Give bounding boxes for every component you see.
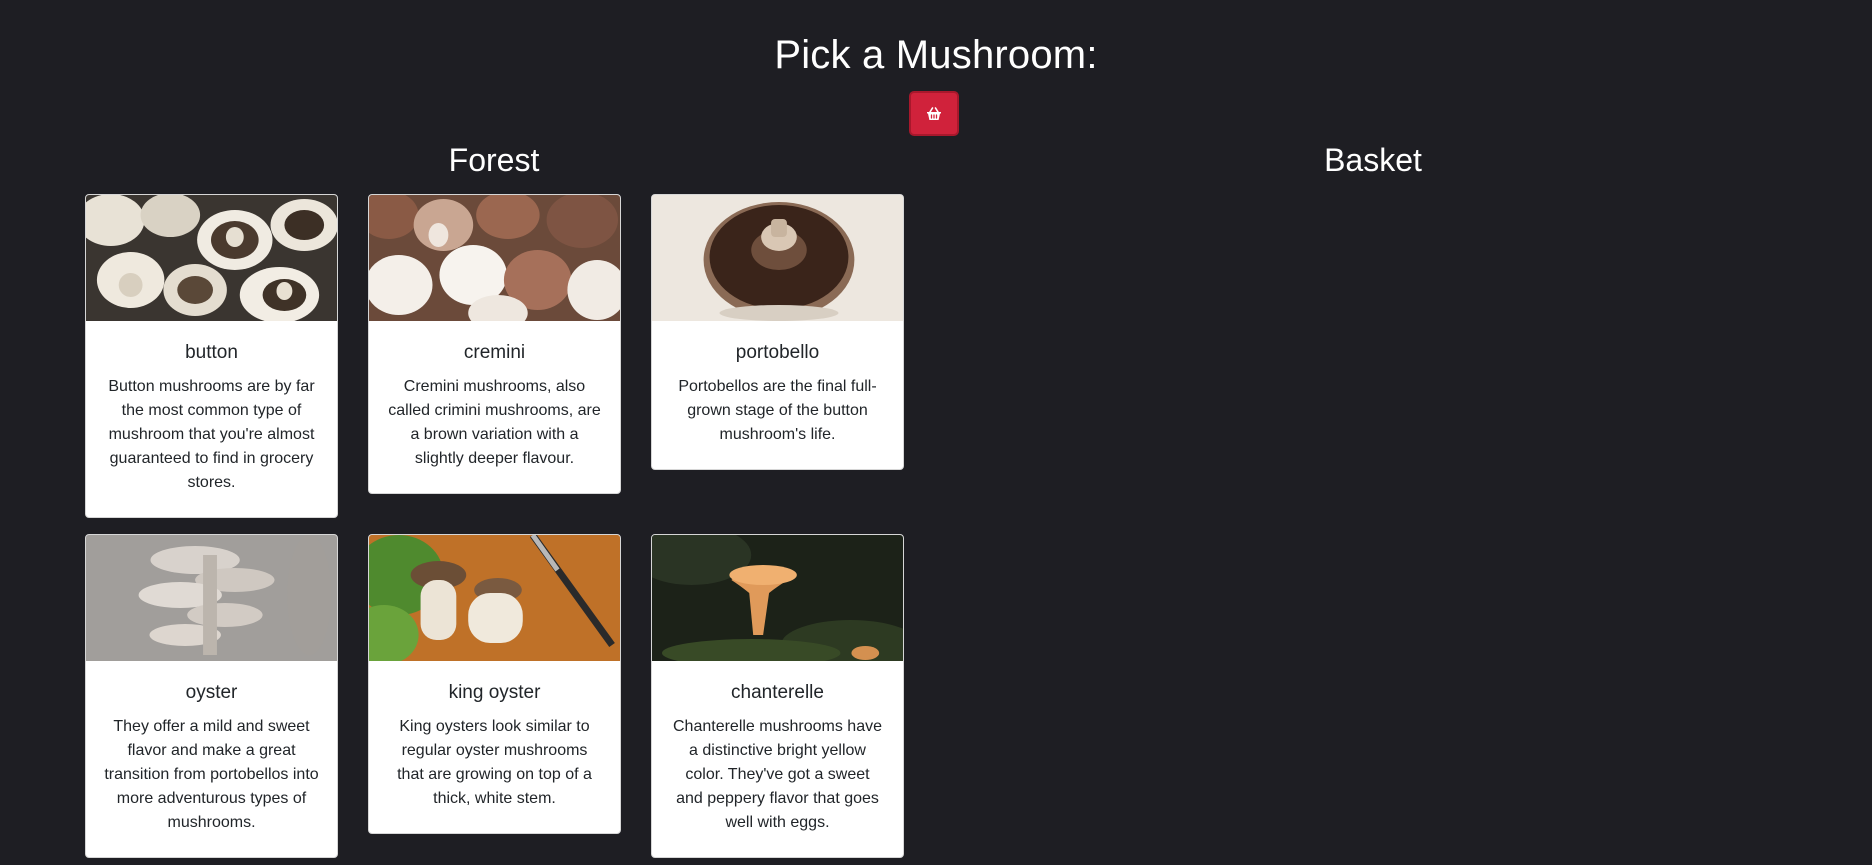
chanterelle-mushroom-image: [652, 535, 903, 661]
mushroom-description: Portobellos are the final full-grown sta…: [678, 378, 877, 443]
mushroom-card-cremini[interactable]: cremini Cremini mushrooms, also called c…: [368, 194, 621, 494]
portobello-mushroom-image: [652, 195, 903, 321]
button-mushroom-image: [86, 195, 337, 321]
mushroom-name: king oyster: [448, 682, 541, 703]
mushroom-card-king-oyster[interactable]: king oyster King oysters look similar to…: [368, 534, 621, 834]
page-title: Pick a Mushroom:: [774, 33, 1098, 77]
mushroom-card-button[interactable]: button Button mushrooms are by far the m…: [85, 194, 338, 518]
mushroom-description: King oysters look similar to regular oys…: [397, 718, 592, 807]
king-oyster-mushroom-image: [369, 535, 620, 661]
basket-icon: [927, 106, 941, 120]
mushroom-description: Cremini mushrooms, also called crimini m…: [388, 378, 601, 467]
oyster-mushroom-image: [86, 535, 337, 661]
basket-button[interactable]: [909, 91, 959, 136]
mushroom-description: Chanterelle mushrooms have a distinctive…: [673, 718, 882, 831]
mushroom-card-oyster[interactable]: oyster They offer a mild and sweet flavo…: [85, 534, 338, 858]
mushroom-name: portobello: [735, 342, 820, 363]
cremini-mushroom-image: [369, 195, 620, 321]
mushroom-description: Button mushrooms are by far the most com…: [108, 378, 315, 491]
mushroom-card-portobello[interactable]: portobello Portobellos are the final ful…: [651, 194, 904, 470]
mushroom-name: cremini: [463, 342, 526, 363]
forest-heading: Forest: [448, 142, 540, 178]
mushroom-description: They offer a mild and sweet flavor and m…: [104, 718, 319, 831]
basket-area[interactable]: [959, 194, 1787, 854]
mushroom-name: button: [185, 342, 238, 363]
mushroom-name: chanterelle: [731, 682, 824, 703]
mushroom-card-chanterelle[interactable]: chanterelle Chanterelle mushrooms have a…: [651, 534, 904, 858]
mushroom-name: oyster: [185, 682, 238, 703]
basket-heading: Basket: [1324, 142, 1422, 178]
